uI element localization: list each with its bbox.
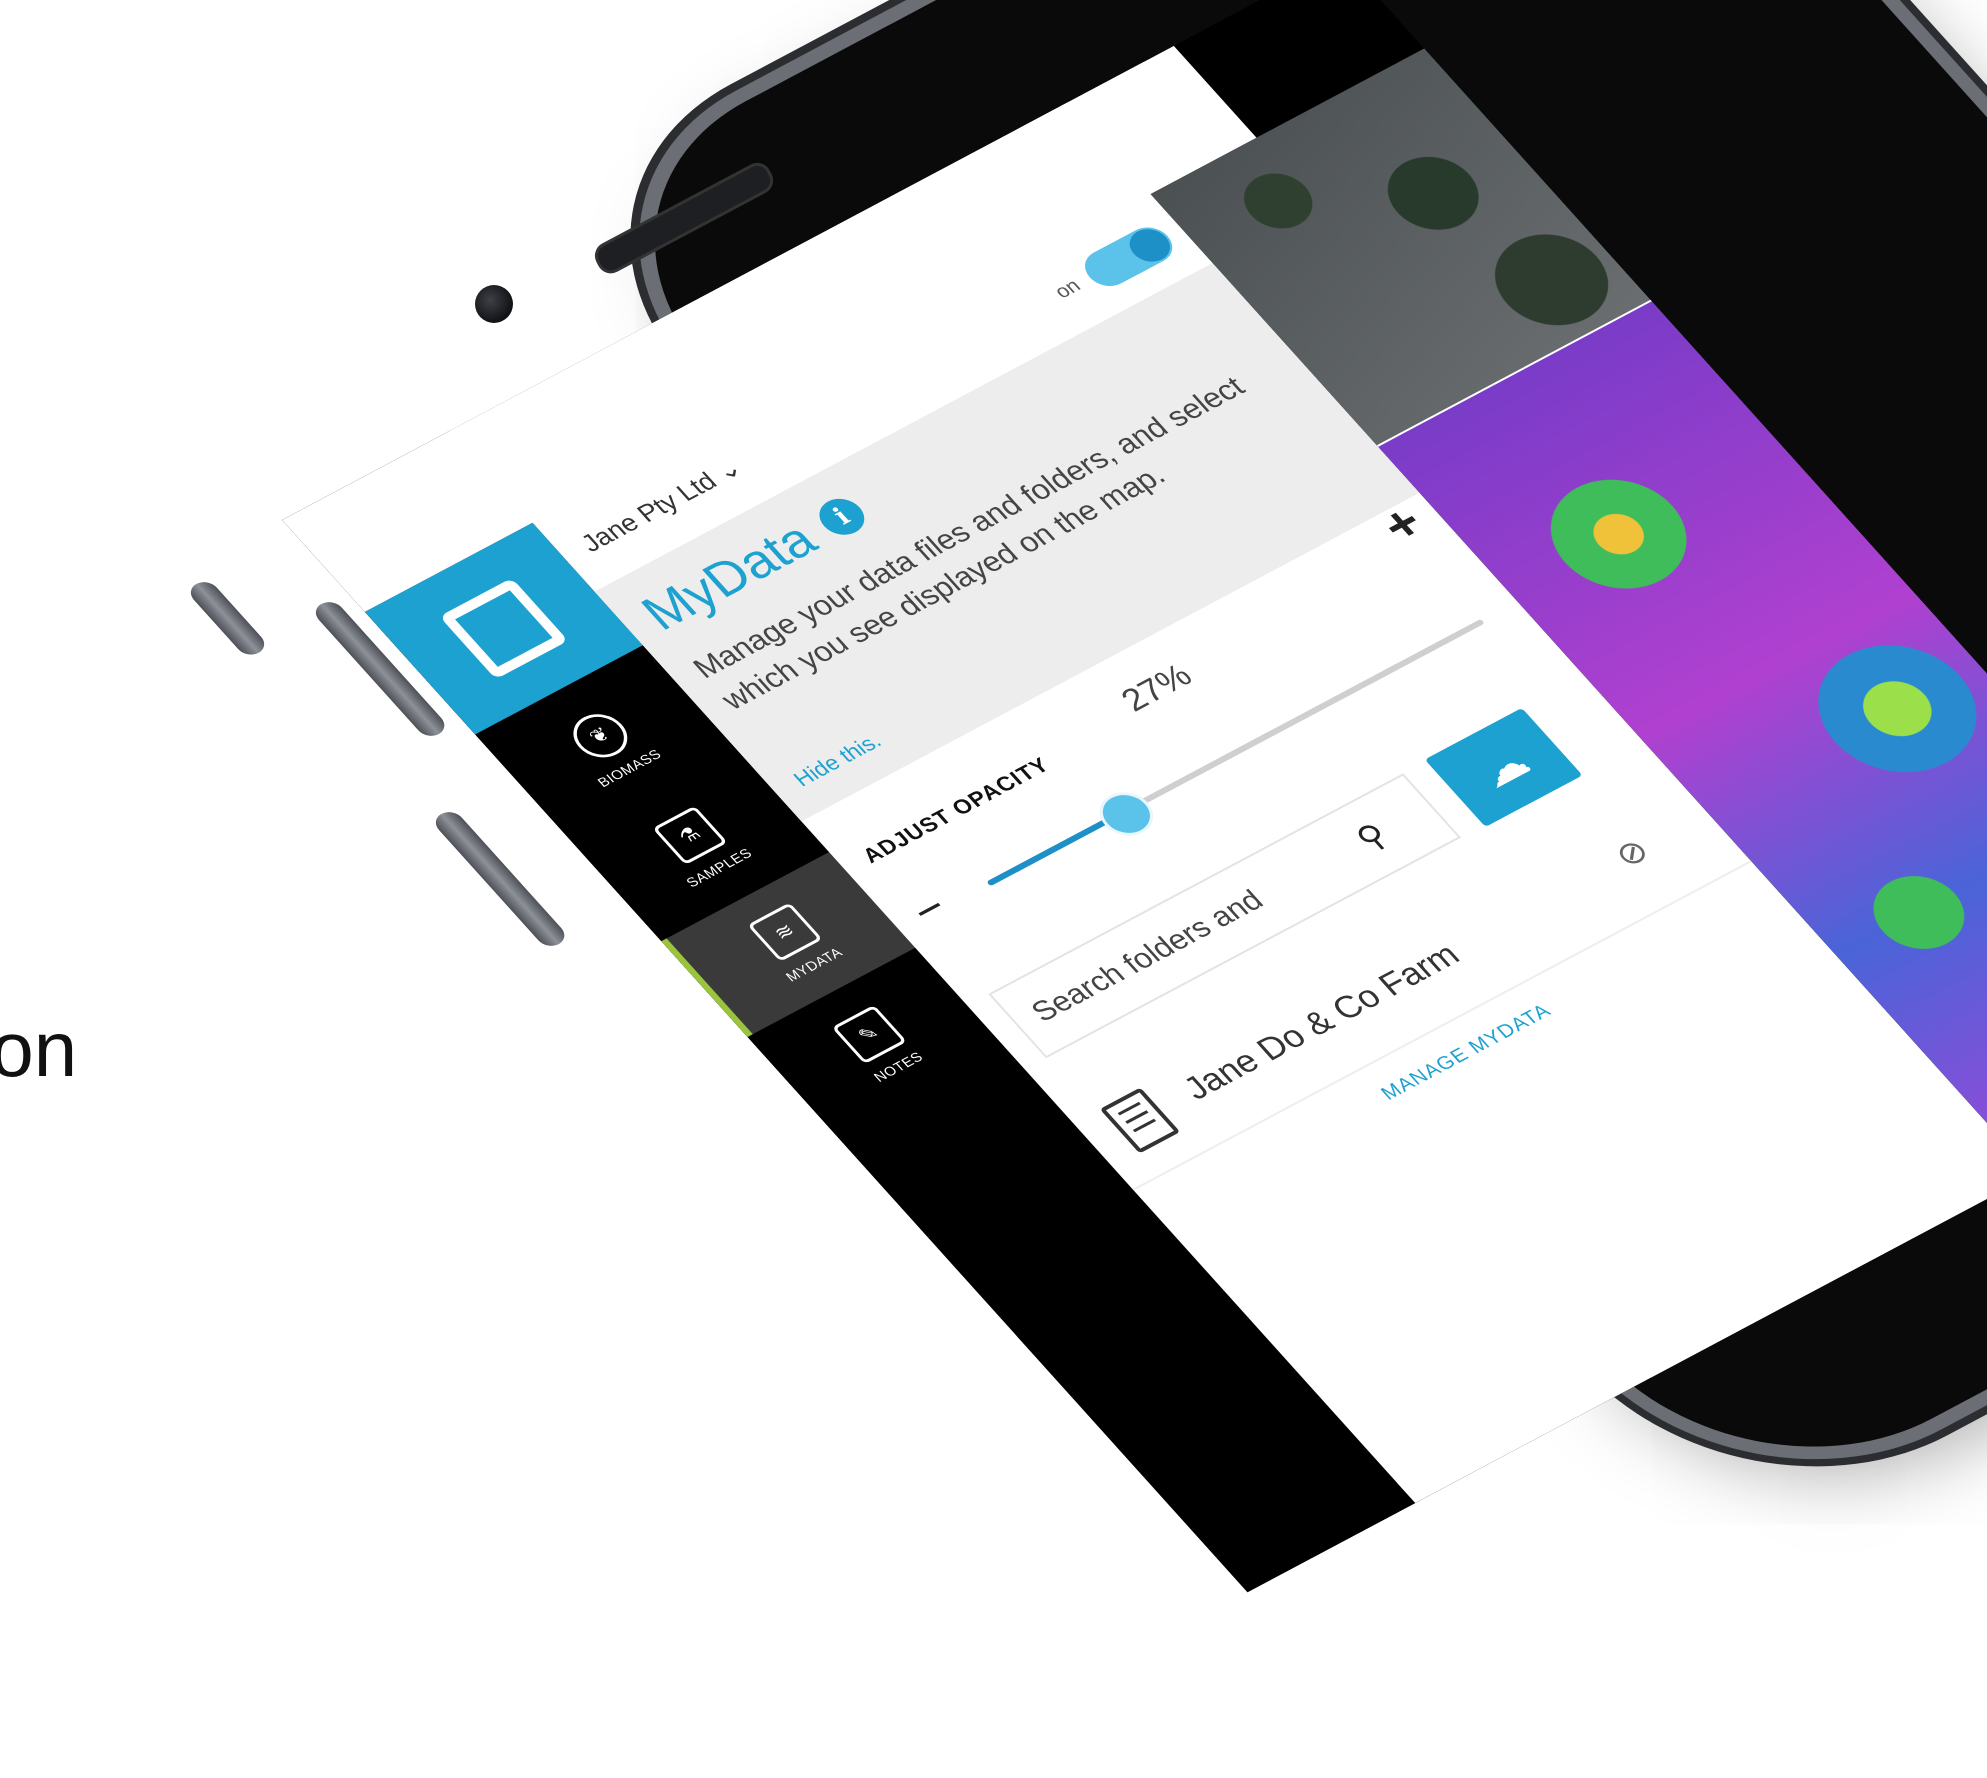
opacity-slider-handle[interactable] [1088, 784, 1165, 844]
info-icon[interactable]: i [810, 492, 874, 542]
test-tube-icon: ⚗ [651, 805, 728, 865]
app-logo-icon [439, 577, 569, 680]
phone-mute-switch [185, 577, 271, 659]
toggle-knob [1121, 223, 1179, 268]
cloud-upload-icon: ☁ [1467, 738, 1540, 797]
toggle-label: on [1050, 275, 1085, 303]
upload-button[interactable]: ☁ [1424, 707, 1583, 827]
opacity-decrease-button[interactable]: − [899, 882, 960, 936]
hide-intro-link[interactable]: Hide this. [788, 729, 887, 792]
mydata-toggle[interactable] [1076, 220, 1182, 293]
phone-camera [475, 285, 513, 323]
visibility-off-icon[interactable]: ⊘ [1606, 831, 1659, 875]
phone-volume-down-button [430, 807, 571, 951]
slide-partial-text: ation [0, 1010, 77, 1088]
opacity-increase-button[interactable]: + [1368, 494, 1436, 554]
stack-icon: ≋ [746, 902, 823, 962]
leaf-icon: ❦ [562, 705, 638, 766]
opacity-value: 27% [1113, 657, 1200, 719]
pencil-note-icon: ✎ [831, 1004, 907, 1064]
slide-text-label: ation [0, 1005, 78, 1093]
document-icon [1099, 1087, 1181, 1154]
